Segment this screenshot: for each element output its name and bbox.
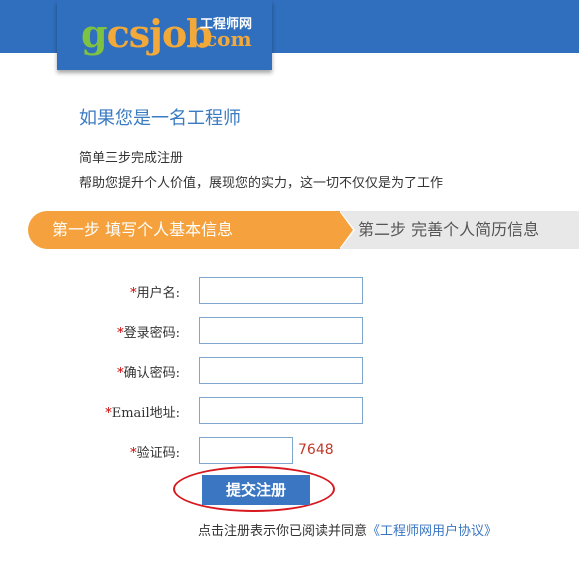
step-arrow [339,211,353,249]
page-headline: 如果您是一名工程师 [79,108,241,129]
agreement-notice: 点击注册表示你已阅读并同意《工程师网用户协议》 [198,520,497,539]
password-input[interactable] [199,317,363,344]
logo-wordmark: gcsjob [81,11,213,56]
email-input[interactable] [199,397,363,424]
submit-highlight-circle: 提交注册 [173,466,335,512]
logo-domain-text: .com [198,27,252,51]
intro-line-1: 简单三步完成注册 [79,151,184,166]
submit-registration-button[interactable]: 提交注册 [202,475,310,505]
username-input[interactable] [199,277,363,304]
registration-steps: 第二步 完善个人简历信息 第一步 填写个人基本信息 [28,211,579,249]
confirm-password-input[interactable] [199,357,363,384]
confirm-password-row: *确认密码: [0,357,579,385]
email-row: *Email地址: [0,397,579,425]
step-1-basic-info: 第一步 填写个人基本信息 [28,211,340,249]
username-label: *用户名: [130,286,180,301]
email-label: *Email地址: [105,406,180,421]
captcha-input[interactable] [199,437,293,464]
password-row: *登录密码: [0,317,579,345]
captcha-row: *验证码: 7648 [0,437,579,465]
intro-line-2: 帮助您提升个人价值，展现您的实力，这一切不仅仅是为了工作 [79,176,444,191]
confirm-password-label: *确认密码: [117,366,180,381]
step-2-complete-resume: 第二步 完善个人简历信息 [340,211,579,249]
captcha-label: *验证码: [130,446,180,461]
captcha-code[interactable]: 7648 [298,442,334,458]
site-logo[interactable]: gcsjob 工程师网 .com [57,0,272,70]
agreement-text: 点击注册表示你已阅读并同意 [198,524,368,539]
username-row: *用户名: [0,277,579,305]
password-label: *登录密码: [117,326,180,341]
user-agreement-link[interactable]: 《工程师网用户协议》 [367,524,497,539]
